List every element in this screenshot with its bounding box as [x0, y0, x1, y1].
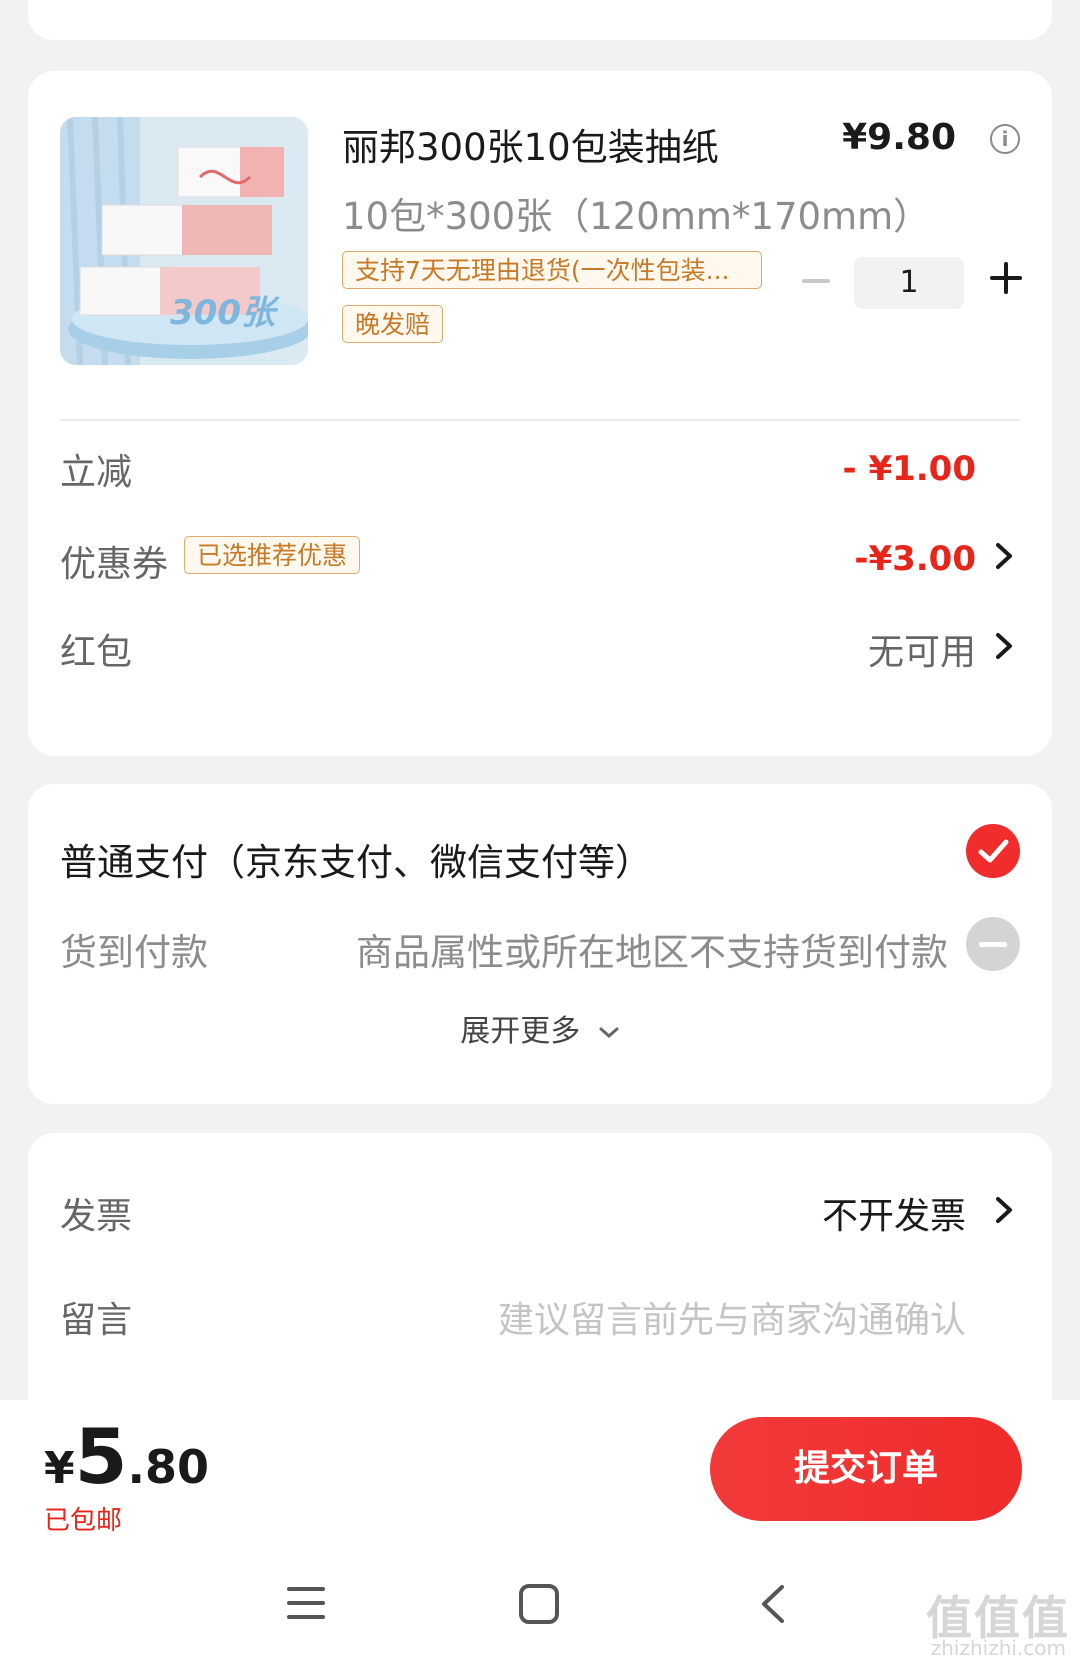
invoice-row[interactable]: 发票 不开发票: [60, 1187, 1020, 1247]
back-icon[interactable]: [758, 1583, 788, 1625]
coupon-badge: 已选推荐优惠: [184, 536, 361, 574]
quantity-input[interactable]: 1: [854, 257, 964, 309]
chevron-right-icon: [996, 543, 1012, 569]
disabled-icon: [966, 917, 1020, 971]
image-badge: 300张: [170, 293, 275, 333]
invoice-label: 发票: [60, 1196, 133, 1237]
checkout-bar: ¥5.80 已包邮 提交订单: [0, 1400, 1080, 1536]
red-packet-label: 红包: [60, 632, 133, 673]
info-icon[interactable]: i: [990, 124, 1020, 154]
chevron-down-icon: [599, 1027, 619, 1038]
cod-note: 商品属性或所在地区不支持货到付款: [356, 931, 948, 974]
cod-label: 货到付款: [60, 931, 208, 974]
product-image[interactable]: 300张: [60, 117, 308, 365]
watermark-url: zhizhizhi.com: [930, 1636, 1066, 1660]
coupon-label: 优惠券: [60, 544, 169, 585]
invoice-value: 不开发票: [821, 1196, 966, 1237]
currency-symbol: ¥: [44, 1443, 75, 1494]
quantity-minus-button[interactable]: [802, 279, 830, 283]
submit-order-button[interactable]: 提交订单: [710, 1417, 1022, 1521]
total-price: ¥5.80: [44, 1412, 209, 1501]
checked-icon[interactable]: [966, 824, 1020, 878]
chevron-right-icon: [996, 1197, 1012, 1223]
red-packet-row[interactable]: 红包 无可用: [60, 623, 1020, 683]
system-nav-bar: [0, 1533, 1080, 1669]
total-decimal: .80: [127, 1440, 210, 1494]
instant-discount-value: - ¥1.00: [842, 449, 977, 489]
note-input[interactable]: 建议留言前先与商家沟通确认: [498, 1291, 966, 1343]
chevron-right-icon: [996, 633, 1012, 659]
expand-more-label: 展开更多: [460, 1014, 581, 1049]
normal-payment-option[interactable]: 普通支付（京东支付、微信支付等）: [60, 832, 652, 886]
address-card: [28, 0, 1052, 40]
total-integer: 5: [74, 1412, 128, 1501]
expand-more-button[interactable]: 展开更多: [28, 1006, 1052, 1050]
coupon-value: -¥3.00: [854, 539, 976, 579]
coupon-row[interactable]: 优惠券 已选推荐优惠 -¥3.00: [60, 531, 1020, 591]
instant-discount-label: 立减: [60, 452, 133, 493]
home-icon[interactable]: [518, 1583, 560, 1625]
product-spec: 10包*300张（120mm*170mm）: [342, 195, 931, 238]
free-shipping-label: 已包邮: [44, 1506, 123, 1536]
product-price: ¥9.80: [842, 117, 956, 158]
late-delivery-tag: 晚发赔: [342, 305, 444, 343]
divider: [60, 419, 1020, 421]
note-label: 留言: [60, 1300, 133, 1341]
product-card: 300张 丽邦300张10包装抽纸 ¥9.80 i 10包*300张（120mm…: [28, 71, 1052, 756]
payment-card: 普通支付（京东支付、微信支付等） 货到付款 商品属性或所在地区不支持货到付款 展…: [28, 784, 1052, 1104]
return-policy-tag: 支持7天无理由退货(一次性包装...: [342, 251, 762, 289]
invoice-card: 发票 不开发票 留言 建议留言前先与商家沟通确认: [28, 1133, 1052, 1433]
red-packet-value: 无可用: [867, 632, 976, 673]
product-title[interactable]: 丽邦300张10包装抽纸: [342, 117, 719, 171]
quantity-plus-button[interactable]: [990, 262, 1022, 294]
menu-icon[interactable]: [286, 1585, 326, 1621]
